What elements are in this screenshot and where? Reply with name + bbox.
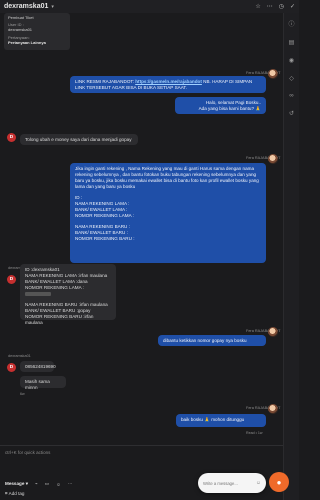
attach-icon[interactable]: ⌁ <box>35 481 38 487</box>
ticket-icon[interactable]: ▤ <box>289 39 295 46</box>
read-status: Read • 1w <box>246 431 263 435</box>
form-line: NOMOR REKENING BARU :irfan maulana <box>25 314 94 325</box>
message-bubble-outgoing: Jika ingin ganti rekening , Nama Rekenin… <box>70 163 266 263</box>
form-line: NOMOR REKENING BARU : <box>75 236 135 241</box>
ticket-info-card: Pembuat Tiket User ID : dexramska01 Pert… <box>4 13 70 50</box>
message-line: Ada yang bisa kami bantu? 🙏 <box>198 106 261 111</box>
message-text: LINK RESMI RAJABANDOT: <box>75 79 136 84</box>
more-tools-icon[interactable]: ⋯ <box>68 481 73 487</box>
message-text: Tolong ubah e money saya dari dana menja… <box>25 137 132 142</box>
form-line: NOMOR REKENING LAMA : <box>25 285 111 297</box>
message-text: Masih sama minnn <box>25 379 50 390</box>
message-bubble-incoming: ID :dexramska01 NAMA REKENING LAMA :irfa… <box>20 264 116 325</box>
add-tag-button[interactable]: ⌗ Add tag <box>5 491 24 496</box>
conversation-header: dexramska01 ▾ ☆ ⋯ ◷ ✓ <box>0 0 299 13</box>
customer-avatar: D <box>7 133 16 142</box>
article-icon[interactable]: ▭ <box>45 481 49 487</box>
chevron-down-icon[interactable]: ▾ <box>51 4 54 10</box>
chat-launcher-button[interactable]: ● <box>269 472 289 492</box>
widget-message-input[interactable]: Write a message... <box>203 481 238 486</box>
message-text: baik bosku 🙏 mohon ditunggu <box>181 417 245 422</box>
tag-icon[interactable]: ◇ <box>289 75 294 82</box>
close-ticket-icon[interactable]: ✓ <box>290 3 295 10</box>
message-bubble-outgoing: dibantu ketikkan nomor gopay nya bosku <box>158 335 266 346</box>
message-text: dibantu ketikkan nomor gopay nya bosku <box>163 338 247 343</box>
snooze-icon[interactable]: ◷ <box>279 3 284 10</box>
agent-avatar <box>268 69 278 79</box>
message-list: Pembuat Tiket User ID : dexramska01 Pert… <box>0 13 283 445</box>
message-tab[interactable]: Message ▾ <box>5 481 28 487</box>
message-bubble-incoming: Tolong ubah e money saya dari dana menja… <box>20 134 138 145</box>
customer-avatar: D <box>7 275 16 284</box>
emoji-icon[interactable]: ☺ <box>56 482 61 487</box>
message-bubble-incoming: 085624819690 <box>20 361 56 372</box>
message-paragraph: Jika ingin ganti rekening , Nama Rekenin… <box>75 166 259 189</box>
info-icon[interactable]: ⓘ <box>288 19 294 28</box>
agent-avatar <box>268 327 278 337</box>
message-bubble-outgoing: LINK RESMI RAJABANDOT: https://gasmeln.m… <box>70 76 266 93</box>
message-bubble-outgoing: Halo, selamat Pagi Bosku.. Ada yang bisa… <box>175 97 266 114</box>
message-bubble-incoming: Masih sama minnn <box>20 376 66 390</box>
redacted-number <box>25 291 51 296</box>
tag-icon: ⌗ <box>5 491 8 496</box>
header-actions: ☆ ⋯ ◷ ✓ <box>255 3 295 10</box>
chat-bubble-icon: ● <box>276 477 282 487</box>
right-rail: ⓘ ▤ ◉ ◇ ∞ ↺ <box>283 13 299 500</box>
agent-avatar <box>268 154 278 164</box>
agent-avatar <box>268 404 278 414</box>
link-icon[interactable]: ∞ <box>289 93 293 99</box>
conversation-title: dexramska01 <box>4 3 49 10</box>
message-time: 6w <box>20 392 25 396</box>
emoji-icon[interactable]: ☺ <box>256 480 261 486</box>
message-link[interactable]: https://gasmeln.me/rajabandot <box>135 79 202 84</box>
message-text: 085624819690 <box>25 364 56 369</box>
composer-input[interactable]: ctrl+K for quick actions <box>5 450 50 455</box>
history-icon[interactable]: ↺ <box>289 110 294 117</box>
messenger-widget[interactable]: Write a message... ☺ <box>198 473 266 493</box>
more-icon[interactable]: ⋯ <box>267 3 273 10</box>
message-bubble-outgoing: baik bosku 🙏 mohon ditunggu <box>176 414 266 427</box>
customer-avatar: D <box>7 363 16 372</box>
question-value: Pertanyaan Lainnya <box>8 39 46 45</box>
star-icon[interactable]: ☆ <box>255 3 260 10</box>
message-sender: dexramska01 <box>8 354 31 358</box>
user-icon[interactable]: ◉ <box>289 57 294 64</box>
